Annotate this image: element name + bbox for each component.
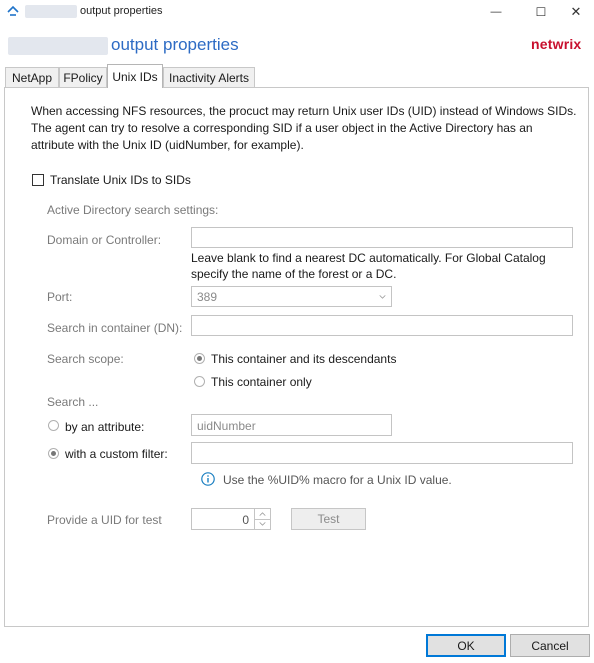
attribute-input[interactable]: uidNumber	[191, 414, 392, 436]
cancel-button-label: Cancel	[531, 638, 569, 653]
description-line-3: attribute with the Unix ID (uidNumber, f…	[31, 138, 304, 152]
port-select[interactable]: 389	[191, 286, 392, 307]
window-title: output properties	[80, 5, 163, 17]
close-icon: ✕	[570, 4, 582, 19]
tab-label: Unix IDs	[112, 69, 158, 84]
port-select-value: 389	[197, 290, 218, 304]
scope-label: Search scope:	[47, 352, 124, 366]
test-button-label: Test	[317, 512, 340, 526]
custom-filter-label[interactable]: with a custom filter:	[65, 447, 168, 461]
redacted-title-prefix	[25, 5, 77, 18]
container-label: Search in container (DN):	[47, 321, 183, 335]
description-line-1: When accessing NFS resources, the procuc…	[31, 104, 577, 118]
translate-checkbox-label[interactable]: Translate Unix IDs to SIDs	[50, 173, 191, 187]
domain-input[interactable]	[191, 227, 573, 248]
search-label: Search ...	[47, 395, 99, 409]
tab-label: NetApp	[11, 70, 53, 85]
tab-label: FPolicy	[63, 70, 103, 85]
port-label: Port:	[47, 290, 73, 304]
custom-filter-radio[interactable]	[48, 448, 59, 459]
tab-fpolicy[interactable]: FPolicy	[59, 67, 107, 87]
netwrix-logo: netwrix	[531, 36, 582, 52]
scope-container-only-label[interactable]: This container only	[211, 375, 312, 389]
translate-checkbox[interactable]	[32, 174, 44, 186]
chevron-down-icon	[379, 295, 386, 299]
description-line-2: The agent can try to resolve a correspon…	[31, 121, 533, 135]
info-text: Use the %UID% macro for a Unix ID value.	[223, 473, 452, 487]
title-bar: output properties — ☐ ✕	[0, 0, 594, 24]
minimize-button[interactable]: —	[476, 0, 516, 24]
close-button[interactable]: ✕	[556, 0, 594, 24]
app-icon	[7, 5, 19, 16]
info-icon	[201, 472, 215, 486]
maximize-button[interactable]: ☐	[521, 0, 561, 24]
by-attribute-label[interactable]: by an attribute:	[65, 420, 144, 434]
minimize-icon: —	[490, 6, 502, 18]
by-attribute-radio[interactable]	[48, 420, 59, 431]
header-title: output properties	[111, 35, 239, 54]
uid-stepper[interactable]: 0	[191, 508, 271, 530]
tab-inactivity-alerts[interactable]: Inactivity Alerts	[163, 67, 255, 87]
uid-label: Provide a UID for test	[47, 513, 162, 527]
maximize-icon: ☐	[535, 5, 547, 19]
attribute-input-value: uidNumber	[197, 419, 256, 433]
test-button[interactable]: Test	[291, 508, 366, 530]
tab-unix-ids[interactable]: Unix IDs	[107, 64, 163, 88]
scope-descendants-label[interactable]: This container and its descendants	[211, 352, 396, 366]
tab-netapp[interactable]: NetApp	[5, 67, 59, 87]
uid-stepper-value: 0	[242, 513, 249, 527]
stepper-down-button[interactable]	[254, 519, 271, 529]
domain-hint-line-2: specify the name of the forest or a DC.	[191, 267, 397, 281]
scope-container-only-radio[interactable]	[194, 376, 205, 387]
domain-hint-line-1: Leave blank to find a nearest DC automat…	[191, 251, 546, 265]
redacted-header-prefix	[8, 37, 108, 55]
ok-button-label: OK	[457, 638, 475, 653]
domain-label: Domain or Controller:	[47, 233, 162, 247]
custom-filter-input[interactable]	[191, 442, 573, 464]
container-input[interactable]	[191, 315, 573, 336]
scope-descendants-radio[interactable]	[194, 353, 205, 364]
tab-label: Inactivity Alerts	[168, 70, 250, 85]
chevron-down-icon	[259, 522, 266, 526]
chevron-up-icon	[259, 512, 266, 516]
ad-settings-heading: Active Directory search settings:	[47, 203, 219, 217]
ok-button[interactable]: OK	[426, 634, 506, 657]
cancel-button[interactable]: Cancel	[510, 634, 590, 657]
